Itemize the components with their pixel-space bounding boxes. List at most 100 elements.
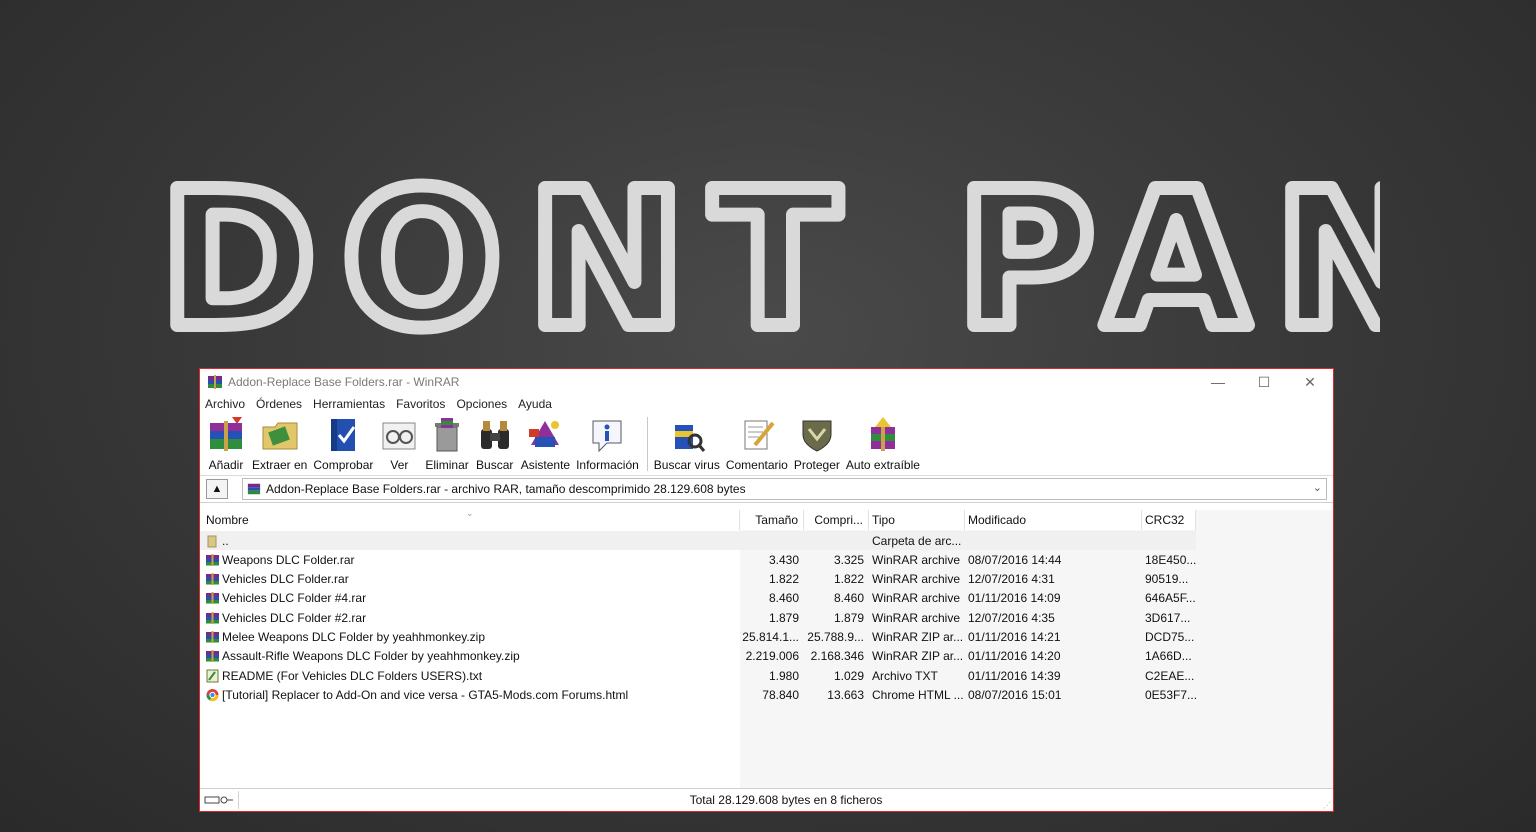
protect-label: Proteger bbox=[793, 458, 840, 472]
status-text: Total 28.129.608 bytes en 8 ficheros bbox=[689, 793, 883, 807]
address-bar: ▲ Addon-Replace Base Folders.rar - archi… bbox=[200, 476, 1333, 503]
column-size[interactable]: Tamaño bbox=[740, 510, 804, 530]
headline-text: DONT PANIC bbox=[160, 151, 1380, 350]
table-row[interactable]: .. Carpeta de arc... bbox=[200, 531, 1196, 550]
menu-herramientas[interactable]: Herramientas bbox=[313, 397, 385, 411]
title-bar[interactable]: Addon-Replace Base Folders.rar - WinRAR … bbox=[200, 369, 1333, 395]
file-name-cell: README (For Vehicles DLC Folders USERS).… bbox=[200, 666, 740, 685]
file-type: WinRAR archive bbox=[872, 552, 961, 567]
window-controls: — ☐ ✕ bbox=[1195, 369, 1333, 395]
file-name-cell: Vehicles DLC Folder #4.rar bbox=[200, 589, 740, 608]
file-name-cell: Vehicles DLC Folder #2.rar bbox=[200, 608, 740, 627]
file-name: Vehicles DLC Folder #2.rar bbox=[222, 610, 367, 625]
file-crc: 646A5F... bbox=[1145, 591, 1196, 606]
file-name: Weapons DLC Folder.rar bbox=[222, 552, 355, 567]
column-packed[interactable]: Compri... bbox=[804, 510, 869, 530]
protect-button[interactable]: Proteger bbox=[794, 413, 840, 472]
view-button[interactable]: Ver bbox=[379, 413, 419, 472]
minimize-button[interactable]: — bbox=[1195, 369, 1241, 395]
file-name-cell: [Tutorial] Replacer to Add-On and vice v… bbox=[200, 685, 740, 704]
table-row[interactable]: [Tutorial] Replacer to Add-On and vice v… bbox=[200, 685, 1196, 704]
file-name: Vehicles DLC Folder #4.rar bbox=[222, 591, 367, 606]
comment-pencil-icon bbox=[744, 420, 775, 450]
menu-ayuda[interactable]: Ayuda bbox=[518, 397, 552, 411]
menu-opciones[interactable]: Opciones bbox=[456, 397, 507, 411]
file-modified: 01/11/2016 14:39 bbox=[968, 668, 1061, 683]
path-text: Addon-Replace Base Folders.rar - archivo… bbox=[266, 482, 746, 496]
table-row[interactable]: Vehicles DLC Folder.rar 1.822 1.822 WinRAR … bbox=[200, 570, 1196, 589]
find-binoculars-icon bbox=[480, 421, 509, 449]
add-label: Añadir bbox=[208, 458, 244, 472]
table-row[interactable]: Melee Weapons DLC Folder by yeahhmonkey.… bbox=[200, 628, 1196, 647]
file-packed: 8.460 bbox=[833, 591, 864, 606]
file-type: Carpeta de arc... bbox=[872, 533, 962, 548]
file-name-cell: Vehicles DLC Folder.rar bbox=[200, 570, 740, 589]
file-modified: 01/11/2016 14:20 bbox=[968, 649, 1061, 664]
info-button[interactable]: Información bbox=[576, 413, 639, 472]
rar-icon bbox=[205, 591, 222, 605]
file-name: Assault-Rifle Weapons DLC Folder by yeah… bbox=[222, 649, 520, 664]
test-label: Comprobar bbox=[313, 458, 374, 472]
table-row[interactable]: README (For Vehicles DLC Folders USERS).… bbox=[200, 666, 1196, 685]
file-packed: 1.822 bbox=[833, 572, 864, 587]
file-size: 1.822 bbox=[768, 572, 799, 587]
menu-archivo[interactable]: Archivo bbox=[205, 397, 245, 411]
file-crc: 18E450... bbox=[1145, 552, 1196, 567]
table-row[interactable]: Weapons DLC Folder.rar 3.430 3.325 WinRAR a… bbox=[200, 550, 1196, 569]
toolbar-separator bbox=[646, 417, 648, 471]
file-modified: 01/11/2016 14:21 bbox=[968, 630, 1061, 644]
txt-icon bbox=[205, 669, 222, 683]
winrar-window[interactable]: Addon-Replace Base Folders.rar - WinRAR … bbox=[199, 368, 1334, 812]
file-name-cell: Melee Weapons DLC Folder by yeahhmonkey.… bbox=[200, 628, 740, 647]
file-packed: 2.168.346 bbox=[810, 649, 864, 664]
virus-scan-button[interactable]: Buscar virus bbox=[654, 413, 720, 472]
menu-favoritos[interactable]: Favoritos bbox=[396, 397, 445, 411]
window-title: Addon-Replace Base Folders.rar - WinRAR bbox=[228, 375, 460, 389]
file-name-cell: .. bbox=[200, 531, 740, 550]
file-name: [Tutorial] Replacer to Add-On and vice v… bbox=[222, 687, 629, 702]
rar-icon bbox=[205, 553, 222, 567]
menu-ordenes[interactable]: Órdenes bbox=[256, 397, 302, 411]
file-packed: 1.029 bbox=[833, 668, 864, 683]
table-row[interactable]: Vehicles DLC Folder #4.rar 8.460 8.460 WinR… bbox=[200, 589, 1196, 608]
add-button[interactable]: Añadir bbox=[206, 413, 246, 472]
comment-button[interactable]: Comentario bbox=[726, 413, 788, 472]
file-type: WinRAR archive bbox=[872, 572, 961, 587]
extract-button[interactable]: Extraer en bbox=[252, 413, 307, 472]
file-crc: 3D617... bbox=[1145, 610, 1191, 625]
wizard-button[interactable]: Asistente bbox=[521, 413, 570, 472]
maximize-button[interactable]: ☐ bbox=[1241, 369, 1287, 395]
file-list[interactable]: Nombre ⌄ Tamaño Compri... Tipo Modificad… bbox=[200, 508, 1333, 788]
chevron-down-icon[interactable]: ⌄ bbox=[1313, 481, 1322, 494]
file-size: 1.879 bbox=[768, 610, 799, 625]
file-crc: 1A66D... bbox=[1145, 649, 1192, 664]
column-name[interactable]: Nombre ⌄ bbox=[200, 508, 740, 530]
table-row[interactable]: Assault-Rifle Weapons DLC Folder by yeah… bbox=[200, 647, 1196, 666]
delete-button[interactable]: Eliminar bbox=[425, 413, 469, 472]
up-folder-button[interactable]: ▲ bbox=[206, 479, 228, 499]
table-row[interactable]: Vehicles DLC Folder #2.rar 1.879 1.879 WinR… bbox=[200, 608, 1196, 627]
dont-panic-headline: DONT PANIC bbox=[153, 150, 1380, 350]
toolbar: Añadir Extraer en Comprobar Ver Eliminar… bbox=[200, 413, 1333, 476]
column-crc[interactable]: CRC32 bbox=[1142, 510, 1196, 530]
find-button[interactable]: Buscar bbox=[475, 413, 515, 472]
file-size: 8.460 bbox=[768, 591, 799, 606]
file-modified: 01/11/2016 14:09 bbox=[968, 591, 1061, 606]
test-button[interactable]: Comprobar bbox=[313, 413, 373, 472]
column-type[interactable]: Tipo bbox=[869, 510, 965, 530]
file-modified: 08/07/2016 15:01 bbox=[968, 687, 1062, 702]
sfx-button[interactable]: Auto extraíble bbox=[846, 413, 920, 472]
column-modified[interactable]: Modificado bbox=[965, 510, 1142, 530]
file-size: 1.980 bbox=[768, 668, 799, 683]
info-icon bbox=[592, 420, 622, 453]
file-modified: 08/07/2016 14:44 bbox=[968, 552, 1062, 567]
file-size: 78.840 bbox=[762, 687, 799, 702]
add-books-icon bbox=[210, 417, 242, 451]
resize-grip-icon[interactable]: ⋰ bbox=[1323, 801, 1331, 810]
drive-key-icon[interactable] bbox=[200, 791, 239, 809]
file-type: Chrome HTML ... bbox=[872, 687, 964, 702]
test-book-icon bbox=[331, 419, 356, 451]
path-combobox[interactable]: Addon-Replace Base Folders.rar - archivo… bbox=[242, 478, 1327, 500]
zip-icon bbox=[205, 649, 222, 663]
close-button[interactable]: ✕ bbox=[1287, 369, 1333, 395]
